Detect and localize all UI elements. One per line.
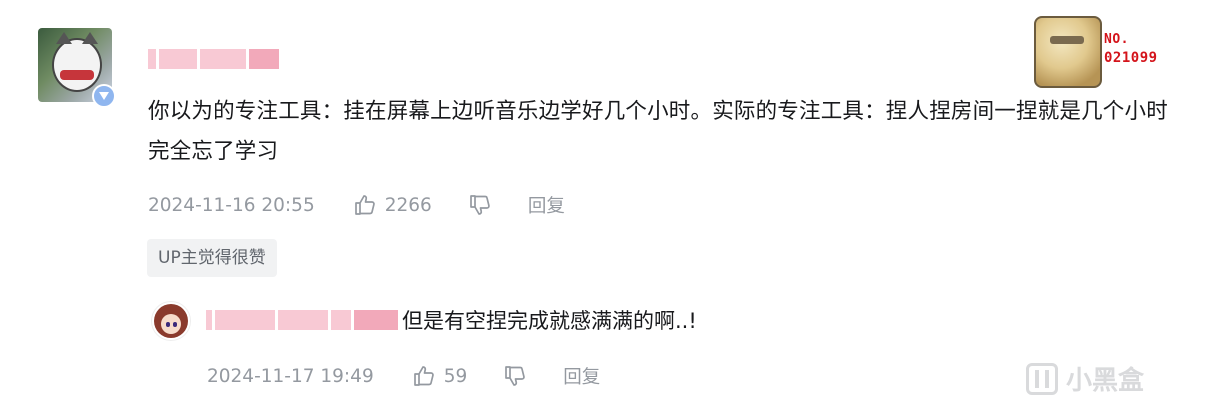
reply-time: 2024-11-17 19:49 (207, 365, 374, 387)
fan-card-decoration[interactable]: NO. 021099 (1030, 14, 1180, 88)
reply-dislike-button[interactable] (503, 364, 527, 388)
comment-time: 2024-11-16 20:55 (148, 194, 315, 216)
heybox-logo-icon (1026, 362, 1058, 395)
thumb-up-icon (354, 195, 375, 215)
verified-badge-icon (92, 84, 116, 108)
cat-avatar-icon (52, 32, 102, 92)
thumb-up-icon (413, 366, 434, 386)
reply-author-avatar[interactable] (151, 301, 191, 341)
reply-like-count: 59 (443, 365, 468, 387)
reply-like-button[interactable]: 59 (412, 364, 468, 388)
card-number-label: NO. (1104, 32, 1129, 47)
reply-reply-button[interactable]: 回复 (563, 363, 600, 389)
comment-meta: 2024-11-16 20:55 2266 回复 (148, 192, 565, 218)
like-count: 2266 (384, 194, 432, 216)
like-button[interactable]: 2266 (353, 193, 432, 217)
author-avatar[interactable] (38, 28, 116, 108)
reply-meta: 2024-11-17 19:49 59 回复 (207, 363, 600, 389)
watermark: 小黑盒 (1026, 360, 1144, 397)
comment-content: 你以为的专注工具：挂在屏幕上边听音乐边学好几个小时。实际的专注工具：捏人捏房间一… (148, 99, 1168, 164)
reply-author-name[interactable] (206, 310, 398, 330)
dislike-button[interactable] (468, 193, 492, 217)
reply-content: 但是有空捏完成就感满满的啊..! (402, 309, 697, 333)
thumb-down-icon (505, 366, 526, 386)
watermark-text: 小黑盒 (1066, 366, 1145, 396)
card-number-value: 021099 (1104, 50, 1158, 66)
up-liked-tag: UP主觉得很赞 (147, 239, 277, 277)
author-name[interactable] (148, 49, 294, 69)
thumb-down-icon (469, 195, 490, 215)
character-figure-icon (1034, 16, 1102, 88)
reply-button[interactable]: 回复 (528, 192, 565, 218)
sub-reply: 但是有空捏完成就感满满的啊..! (206, 305, 697, 335)
anime-girl-avatar-icon (161, 314, 181, 334)
